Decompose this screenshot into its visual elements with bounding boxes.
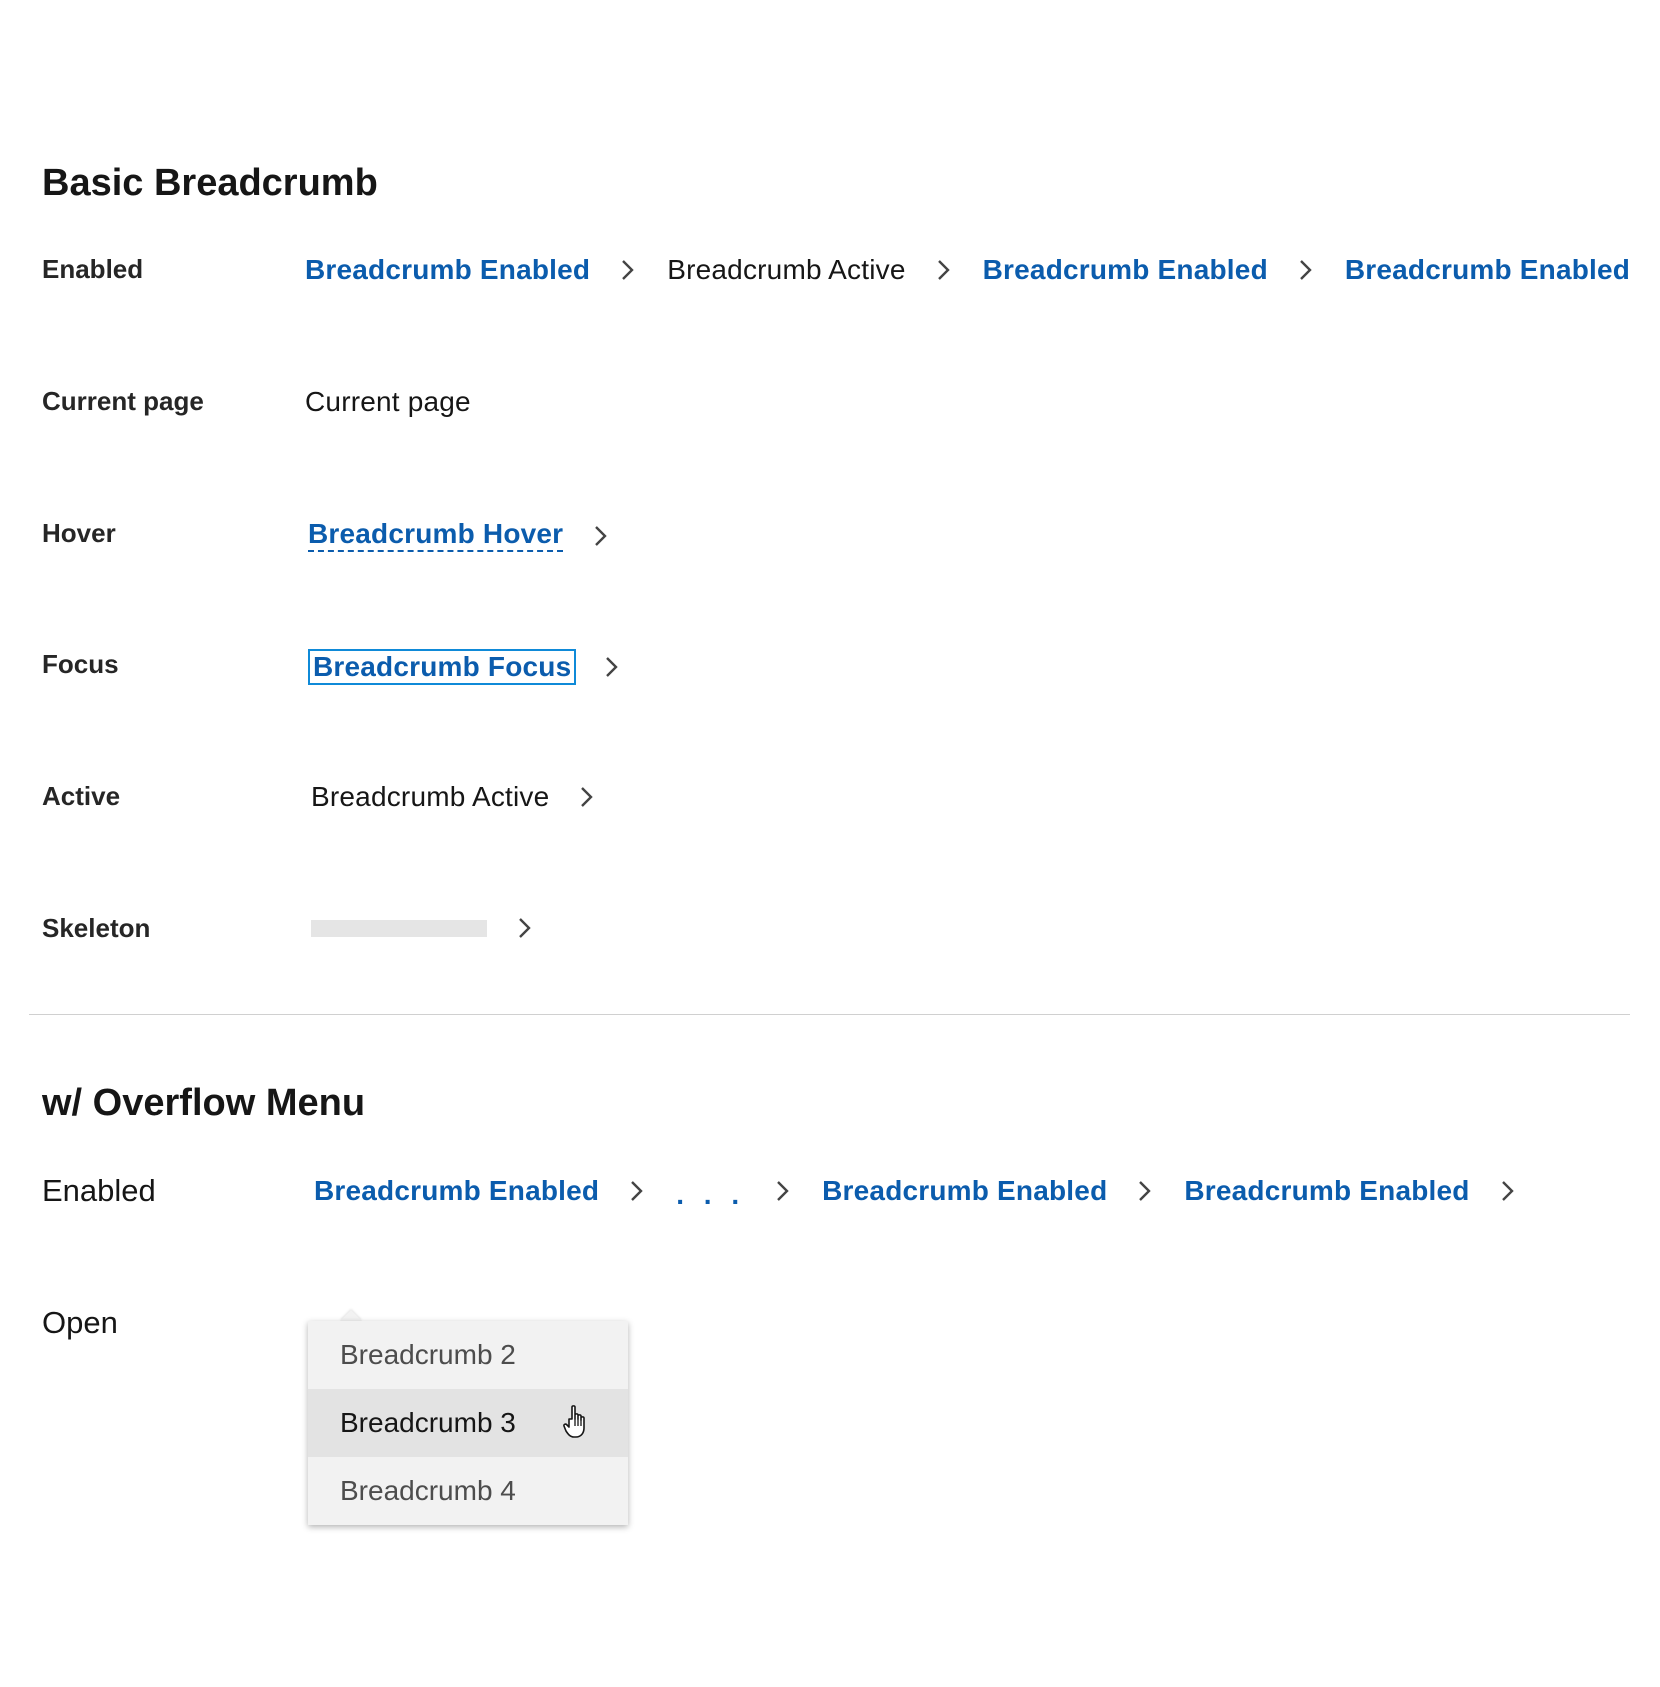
breadcrumb-current-page: Current page xyxy=(305,388,471,416)
row-label-hover: Hover xyxy=(42,518,116,548)
chevron-right-icon xyxy=(1494,1178,1520,1204)
chevron-right-icon xyxy=(769,1178,795,1204)
skeleton-placeholder xyxy=(311,919,487,937)
row-label-skeleton: Skeleton xyxy=(42,913,151,943)
chevron-right-icon xyxy=(598,654,624,680)
breadcrumb-active[interactable]: Breadcrumb Active xyxy=(667,256,905,284)
breadcrumb-overflow: Breadcrumb Enabled . . . Breadcrumb Enab… xyxy=(314,1177,1547,1209)
breadcrumb-enabled: Breadcrumb Enabled Breadcrumb Active Bre… xyxy=(305,256,1660,284)
breadcrumb-link-focus[interactable]: Breadcrumb Focus xyxy=(307,649,577,685)
section-divider xyxy=(29,1014,1630,1015)
menu-caret xyxy=(340,1310,362,1321)
overflow-menu-trigger[interactable]: . . . xyxy=(676,1181,745,1209)
breadcrumb-skeleton xyxy=(311,915,564,941)
chevron-right-icon xyxy=(587,523,613,549)
breadcrumb-link[interactable]: Breadcrumb Enabled xyxy=(983,256,1268,284)
breadcrumb-link-hover[interactable]: Breadcrumb Hover xyxy=(308,520,564,552)
overflow-menu-item-hovered[interactable]: Breadcrumb 3 xyxy=(308,1389,628,1457)
breadcrumb-link[interactable]: Breadcrumb Enabled xyxy=(314,1177,599,1205)
chevron-right-icon xyxy=(614,257,640,283)
breadcrumb-active[interactable]: Breadcrumb Active xyxy=(311,783,549,811)
chevron-right-icon xyxy=(1654,257,1660,283)
menu-item-label: Breadcrumb 2 xyxy=(340,1339,516,1370)
row-label-current-page: Current page xyxy=(42,386,204,416)
row-label-overflow-open: Open xyxy=(42,1305,118,1340)
row-label-enabled: Enabled xyxy=(42,254,144,284)
chevron-right-icon xyxy=(573,784,599,810)
breadcrumb-link[interactable]: Breadcrumb Enabled xyxy=(822,1177,1107,1205)
chevron-right-icon xyxy=(511,915,537,941)
breadcrumb-link[interactable]: Breadcrumb Enabled xyxy=(305,256,590,284)
hand-pointer-icon xyxy=(563,1404,595,1440)
menu-item-label: Breadcrumb 3 xyxy=(340,1407,516,1438)
breadcrumb-link[interactable]: Breadcrumb Enabled xyxy=(1184,1177,1469,1205)
breadcrumb-hover: Breadcrumb Hover xyxy=(308,520,640,552)
breadcrumb-active-row: Breadcrumb Active xyxy=(311,783,626,811)
breadcrumb-current: Current page xyxy=(305,386,471,417)
chevron-right-icon xyxy=(623,1178,649,1204)
overflow-menu: Breadcrumb 2 Breadcrumb 3 Breadcrumb 4 xyxy=(308,1321,628,1525)
chevron-right-icon xyxy=(1131,1178,1157,1204)
breadcrumb-link[interactable]: Breadcrumb Enabled xyxy=(1345,256,1630,284)
overflow-menu-item[interactable]: Breadcrumb 2 xyxy=(308,1321,628,1389)
section-title-basic: Basic Breadcrumb xyxy=(42,162,378,204)
row-label-overflow-enabled: Enabled xyxy=(42,1173,156,1208)
overflow-menu-item[interactable]: Breadcrumb 4 xyxy=(308,1457,628,1525)
chevron-right-icon xyxy=(1292,257,1318,283)
row-label-active: Active xyxy=(42,781,121,811)
breadcrumb-focus: Breadcrumb Focus xyxy=(307,649,651,685)
section-title-overflow: w/ Overflow Menu xyxy=(42,1082,366,1124)
menu-item-label: Breadcrumb 4 xyxy=(340,1475,516,1506)
chevron-right-icon xyxy=(930,257,956,283)
row-label-focus: Focus xyxy=(42,649,119,679)
